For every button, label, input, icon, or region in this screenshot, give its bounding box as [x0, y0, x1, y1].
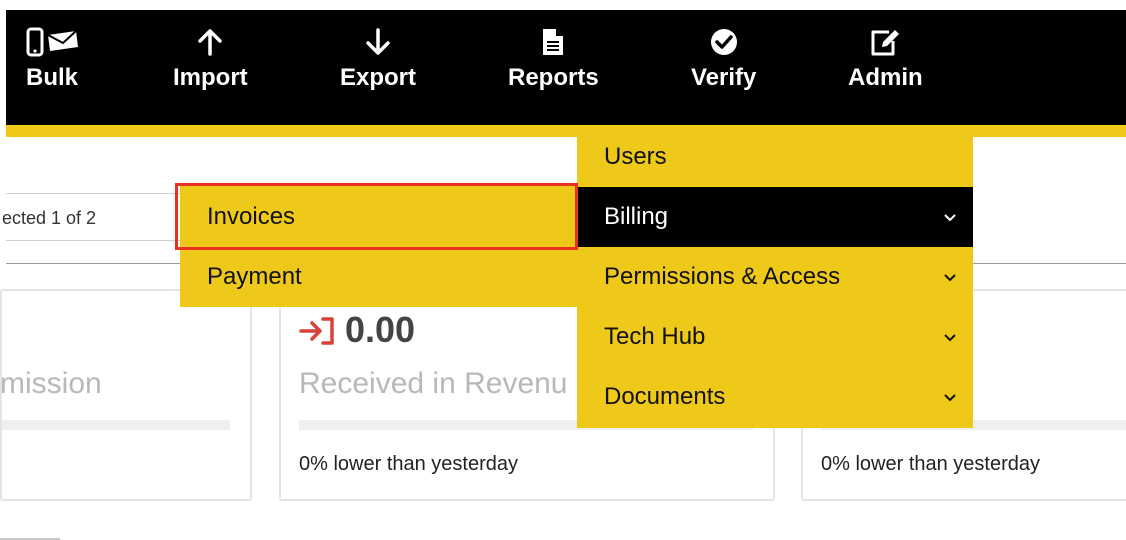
nav-bulk[interactable]: Bulk [24, 26, 80, 92]
menu-item-label: Tech Hub [604, 323, 706, 350]
nav-import-label: Import [173, 64, 248, 91]
selection-counter-text: ected 1 of 2 [2, 208, 97, 228]
phone-envelope-icon [24, 26, 80, 58]
nav-verify-label: Verify [691, 64, 757, 91]
card-title: Received in Revenu [299, 367, 568, 400]
menu-item-tech-hub[interactable]: Tech Hub [577, 307, 973, 367]
arrow-down-icon [365, 26, 391, 58]
menu-item-users[interactable]: Users [577, 127, 973, 187]
card-progress-bar [2, 420, 230, 430]
nav-verify[interactable]: Verify [691, 26, 756, 92]
card-title: mission [0, 367, 102, 400]
nav-reports-label: Reports [508, 64, 599, 91]
selection-counter[interactable]: ected 1 of 2 [2, 193, 206, 241]
nav-admin[interactable]: Admin [848, 26, 923, 92]
chevron-down-icon [941, 187, 959, 247]
chevron-down-icon [941, 367, 959, 427]
admin-dropdown-menu: Users Billing Permissions & Access Tech … [577, 127, 973, 428]
billing-submenu: Invoices Payment [180, 186, 577, 307]
sign-in-icon [299, 315, 337, 347]
revenue-value: 0.00 [345, 309, 416, 350]
chevron-down-icon [941, 247, 959, 307]
submenu-item-label: Invoices [207, 203, 296, 230]
menu-item-label: Permissions & Access [604, 263, 841, 290]
window-top-edge [0, 0, 1126, 10]
menu-item-permissions[interactable]: Permissions & Access [577, 247, 973, 307]
nav-reports[interactable]: Reports [508, 26, 599, 92]
arrow-up-icon [197, 26, 223, 58]
check-circle-icon [709, 26, 739, 58]
nav-export-label: Export [340, 64, 417, 91]
submenu-item-label: Payment [207, 263, 302, 290]
menu-item-documents[interactable]: Documents [577, 367, 973, 427]
menu-item-billing[interactable]: Billing [577, 187, 973, 247]
menu-item-label: Documents [604, 383, 726, 410]
chevron-down-icon [941, 307, 959, 367]
menu-item-label: Billing [604, 203, 669, 230]
stat-card-commission: mission [0, 289, 252, 501]
submenu-item-invoices[interactable]: Invoices [180, 187, 577, 247]
nav-export[interactable]: Export [340, 26, 416, 92]
document-icon [541, 26, 565, 58]
edit-icon [869, 26, 901, 58]
menu-item-label: Users [604, 143, 667, 170]
nav-admin-label: Admin [848, 64, 923, 91]
top-navigation-bar: Bulk Import Export Reports Verify Admin [6, 10, 1126, 125]
submenu-item-payment[interactable]: Payment [180, 247, 577, 307]
nav-import[interactable]: Import [173, 26, 248, 92]
card-footer: 0% lower than yesterday [821, 453, 1041, 475]
nav-bulk-label: Bulk [25, 64, 78, 91]
card-footer: 0% lower than yesterday [299, 453, 519, 475]
